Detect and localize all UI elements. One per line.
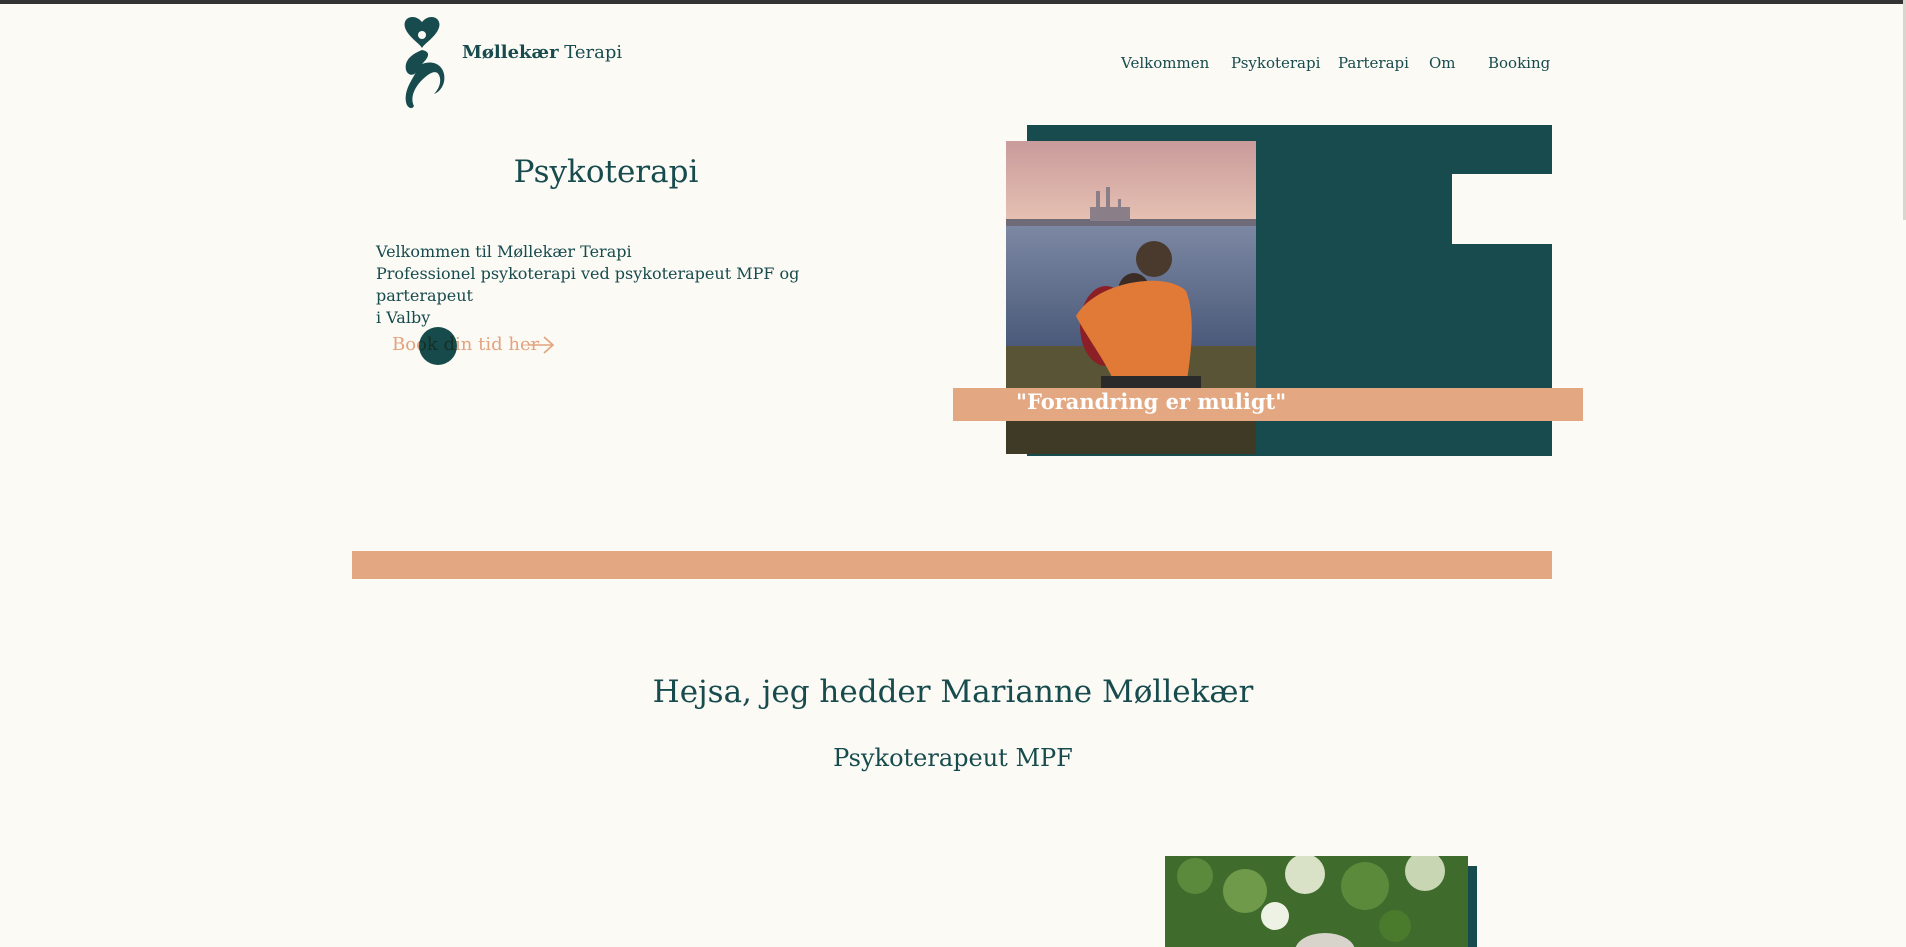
- logo-icon[interactable]: [392, 14, 452, 112]
- about-role: Psykoterapeut MPF: [833, 744, 1073, 772]
- intro-line: i Valby: [376, 308, 431, 327]
- top-border: [0, 0, 1906, 4]
- nav-booking[interactable]: Booking: [1488, 54, 1550, 72]
- about-heading: Hejsa, jeg hedder Marianne Møllekær: [652, 674, 1254, 710]
- intro-line: Professionel psykoterapi ved psykoterape…: [376, 264, 800, 305]
- intro-line: Velkommen til Møllekær Terapi: [376, 242, 632, 261]
- nav-psykoterapi[interactable]: Psykoterapi: [1231, 54, 1320, 72]
- nav-velkommen[interactable]: Velkommen: [1121, 54, 1209, 72]
- nav-parterapi[interactable]: Parterapi: [1338, 54, 1409, 72]
- hero-accent-notch: [1452, 174, 1552, 244]
- portrait-photo: [1165, 856, 1468, 947]
- nav-om[interactable]: Om: [1429, 54, 1456, 72]
- section-divider: [352, 551, 1552, 579]
- brand-name[interactable]: Møllekær Terapi: [462, 42, 622, 63]
- arrow-right-icon[interactable]: [527, 334, 555, 356]
- quote-text: "Forandring er muligt": [1016, 389, 1287, 414]
- page-title: Psykoterapi: [513, 154, 699, 190]
- intro-text: Velkommen til Møllekær Terapi Profession…: [376, 241, 846, 329]
- book-button-dot: [419, 327, 457, 365]
- book-button[interactable]: Book din tid her: [392, 334, 539, 355]
